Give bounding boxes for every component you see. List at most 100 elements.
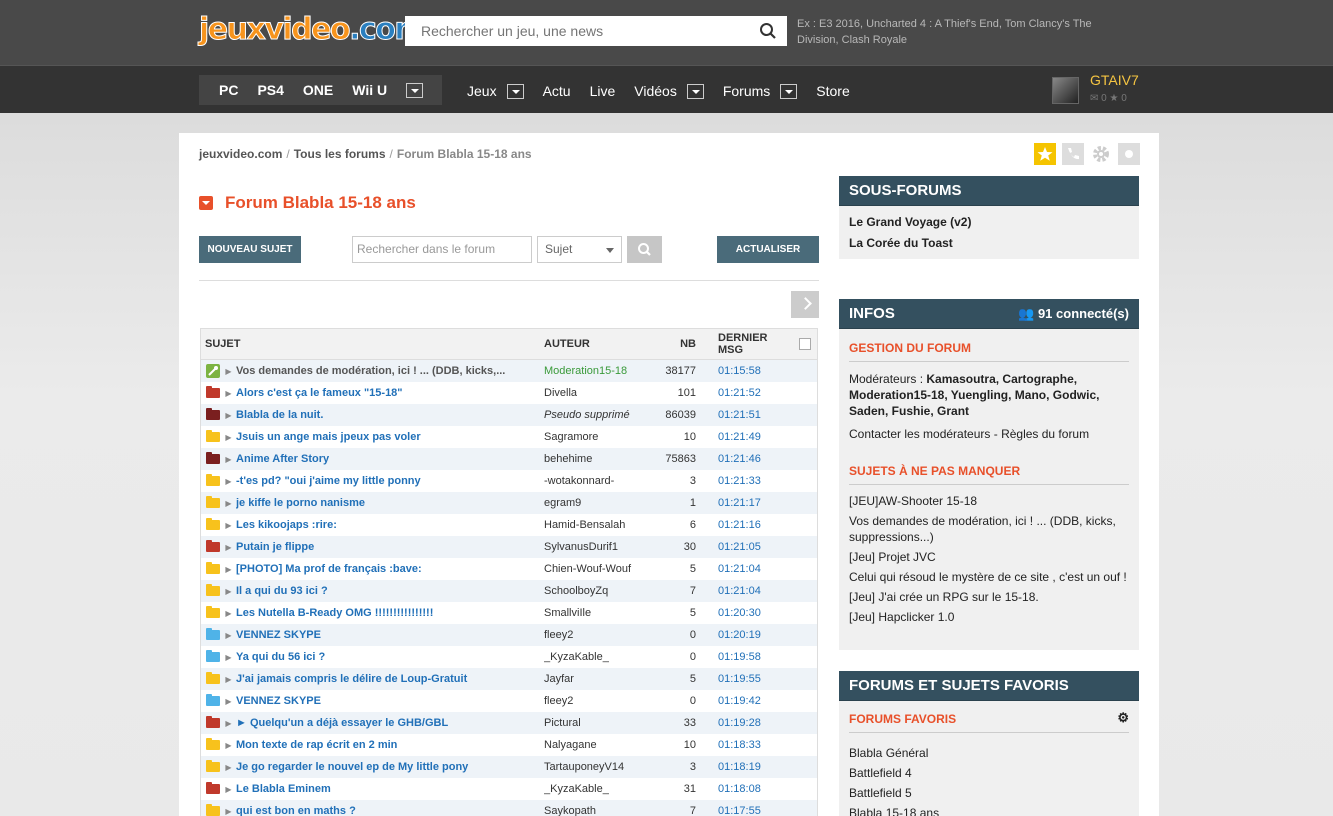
platform-wiiu[interactable]: Wii U [352, 82, 387, 98]
site-logo[interactable]: jeuxvideo.com [198, 12, 426, 48]
menu-store[interactable]: Store [816, 83, 849, 99]
table-row[interactable]: ▶ Les Nutella B-Ready OMG !!!!!!!!!!!!!!!… [201, 602, 817, 624]
menu-jeux[interactable]: Jeux [467, 83, 524, 99]
topic-last-message[interactable]: 01:21:16 [696, 519, 786, 531]
table-row[interactable]: ▶ Le Blabla Eminem _KyzaKable_ 31 01:18:08 [201, 778, 817, 800]
topic-author[interactable]: Saykopath [544, 805, 654, 816]
favorite-link[interactable]: Blabla Général [849, 743, 1129, 763]
expand-icon[interactable]: ▶ [221, 389, 236, 398]
chevron-down-icon[interactable] [686, 83, 704, 99]
table-row[interactable]: ▶ ► Quelqu'un a déjà essayer le GHB/GBL Pi… [201, 712, 817, 734]
table-row[interactable]: ▶ Jsuis un ange mais jpeux pas voler Sagra… [201, 426, 817, 448]
table-row[interactable]: ▶ Mon texte de rap écrit en 2 min Nalyagan… [201, 734, 817, 756]
platform-dropdown-icon[interactable] [406, 82, 424, 98]
topic-author[interactable]: Divella [544, 387, 654, 399]
table-row[interactable]: ▶ Alors c'est ça le fameux "15-18" Divella… [201, 382, 817, 404]
topic-title[interactable]: ► Quelqu'un a déjà essayer le GHB/GBL [236, 717, 544, 729]
menu-videos[interactable]: Vidéos [634, 83, 704, 99]
next-page-button[interactable] [791, 291, 819, 318]
topic-title[interactable]: Anime After Story [236, 453, 544, 465]
must-read-link[interactable]: Celui qui résoud le mystère de ce site ,… [849, 569, 1129, 585]
connected-count[interactable]: 👥 91 connecté(s) [1018, 299, 1129, 329]
menu-forums[interactable]: Forums [723, 83, 798, 99]
contact-link[interactable]: Contacter les modérateurs - Règles du fo… [849, 426, 1129, 442]
gear-icon[interactable]: ⚙ [1117, 710, 1129, 726]
must-read-link[interactable]: Vos demandes de modération, ici ! ... (D… [849, 513, 1129, 545]
must-read-link[interactable]: [Jeu] J'ai crée un RPG sur le 15-18. [849, 589, 1129, 605]
topic-last-message[interactable]: 01:18:08 [696, 783, 786, 795]
topic-title[interactable]: -t'es pd? "oui j'aime my little ponny [236, 475, 544, 487]
expand-icon[interactable]: ▶ [221, 675, 236, 684]
subforum-link[interactable]: Le Grand Voyage (v2) [849, 212, 1129, 233]
topic-title[interactable]: Blabla de la nuit. [236, 409, 544, 421]
table-row[interactable]: ▶ Les kikoojaps :rire: Hamid-Bensalah 6 01:2… [201, 514, 817, 536]
expand-icon[interactable]: ▶ [221, 543, 236, 552]
topic-title[interactable]: Alors c'est ça le fameux "15-18" [236, 387, 544, 399]
search-icon[interactable] [759, 22, 777, 40]
menu-actu[interactable]: Actu [543, 83, 571, 99]
expand-icon[interactable]: ▶ [221, 565, 236, 574]
topic-author[interactable]: behehime [544, 453, 654, 465]
expand-icon[interactable]: ▶ [221, 741, 236, 750]
table-row[interactable]: ▶ Vos demandes de modération, ici ! ... (… [201, 360, 817, 382]
favorite-link[interactable]: Battlefield 5 [849, 783, 1129, 803]
topic-last-message[interactable]: 01:21:51 [696, 409, 786, 421]
table-row[interactable]: ▶ VENNEZ SKYPE fleey2 0 01:19:42 [201, 690, 817, 712]
topic-title[interactable]: VENNEZ SKYPE [236, 695, 544, 707]
table-row[interactable]: ▶ Il a qui du 93 ici ? SchoolboyZq 7 01:21:0… [201, 580, 817, 602]
platform-one[interactable]: ONE [303, 82, 333, 98]
topic-last-message[interactable]: 01:20:19 [696, 629, 786, 641]
topic-author[interactable]: Jayfar [544, 673, 654, 685]
expand-icon[interactable]: ▶ [221, 785, 236, 794]
expand-icon[interactable]: ▶ [221, 807, 236, 816]
menu-live[interactable]: Live [590, 83, 616, 99]
topic-title[interactable]: VENNEZ SKYPE [236, 629, 544, 641]
topic-last-message[interactable]: 01:21:17 [696, 497, 786, 509]
refresh-button[interactable]: ACTUALISER [717, 236, 819, 263]
breadcrumb-home[interactable]: jeuxvideo.com [199, 147, 282, 161]
expand-icon[interactable]: ▶ [221, 499, 236, 508]
table-row[interactable]: ▶ -t'es pd? "oui j'aime my little ponny -w… [201, 470, 817, 492]
expand-icon[interactable]: ▶ [221, 653, 236, 662]
table-row[interactable]: ▶ Ya qui du 56 ici ? _KyzaKable_ 0 01:19:58 [201, 646, 817, 668]
favorite-star-icon[interactable] [1034, 143, 1056, 165]
search-scope-select[interactable]: Sujet [537, 236, 622, 263]
topic-author[interactable]: Nalyagane [544, 739, 654, 751]
topic-last-message[interactable]: 01:20:30 [696, 607, 786, 619]
favorite-link[interactable]: Battlefield 4 [849, 763, 1129, 783]
topic-last-message[interactable]: 01:21:04 [696, 563, 786, 575]
table-row[interactable]: ▶ Putain je flippe SylvanusDurif1 30 01:21:0… [201, 536, 817, 558]
topic-last-message[interactable]: 01:17:55 [696, 805, 786, 816]
breadcrumb-forums[interactable]: Tous les forums [294, 147, 386, 161]
chevron-down-icon[interactable] [780, 83, 798, 99]
platform-pc[interactable]: PC [219, 82, 238, 98]
platform-ps4[interactable]: PS4 [257, 82, 283, 98]
settings-gear-icon[interactable] [1090, 143, 1112, 165]
favorite-link[interactable]: Blabla 15-18 ans [849, 803, 1129, 816]
topic-title[interactable]: [PHOTO] Ma prof de français :bave: [236, 563, 544, 575]
topic-last-message[interactable]: 01:21:49 [696, 431, 786, 443]
forum-search-input[interactable]: Rechercher dans le forum [352, 236, 532, 263]
topic-author[interactable]: Pictural [544, 717, 654, 729]
expand-icon[interactable]: ▶ [221, 411, 236, 420]
topic-author[interactable]: Sagramore [544, 431, 654, 443]
table-row[interactable]: ▶ Anime After Story behehime 75863 01:21:46 [201, 448, 817, 470]
topic-last-message[interactable]: 01:21:33 [696, 475, 786, 487]
expand-icon[interactable]: ▶ [221, 631, 236, 640]
topic-title[interactable]: Le Blabla Eminem [236, 783, 544, 795]
topic-last-message[interactable]: 01:21:05 [696, 541, 786, 553]
star-icon[interactable]: ★ [1110, 93, 1119, 104]
topic-title[interactable]: qui est bon en maths ? [236, 805, 544, 816]
topic-title[interactable]: Ya qui du 56 ici ? [236, 651, 544, 663]
must-read-link[interactable]: [Jeu] Projet JVC [849, 549, 1129, 565]
table-row[interactable]: ▶ je kiffe le porno nanisme egram9 1 01:21:1… [201, 492, 817, 514]
forum-search-button[interactable] [627, 236, 662, 263]
topic-author[interactable]: egram9 [544, 497, 654, 509]
topic-last-message[interactable]: 01:18:33 [696, 739, 786, 751]
expand-icon[interactable]: ▶ [221, 609, 236, 618]
avatar[interactable] [1052, 77, 1079, 104]
topic-last-message[interactable]: 01:19:28 [696, 717, 786, 729]
topic-last-message[interactable]: 01:19:55 [696, 673, 786, 685]
topic-author[interactable]: -wotakonnard- [544, 475, 654, 487]
table-row[interactable]: ▶ qui est bon en maths ? Saykopath 7 01:17:5… [201, 800, 817, 816]
